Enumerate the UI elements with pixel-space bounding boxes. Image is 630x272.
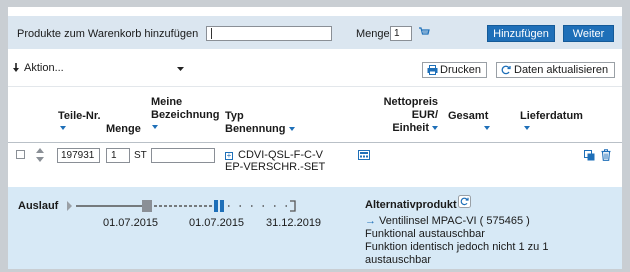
add-to-cart-bar: Produkte zum Warenkorb hinzufügen Menge …	[8, 16, 622, 49]
column-header-part-no[interactable]: Teile-Nr.	[58, 110, 101, 130]
sort-down-icon	[484, 126, 490, 130]
cart-panel: Produkte zum Warenkorb hinzufügen Menge …	[8, 7, 622, 269]
alternative-note-2: Funktion identisch jedoch nicht 1 zu 1 a…	[365, 241, 549, 266]
end-marker	[290, 200, 296, 212]
unit-label: ST	[134, 150, 147, 161]
price-calculator-icon[interactable]	[358, 150, 370, 160]
divider	[8, 86, 622, 87]
sort-down-icon	[152, 125, 158, 129]
refresh-icon[interactable]	[458, 195, 471, 208]
discontinued-label: Auslauf	[18, 200, 59, 212]
type-designation: + CDVI-QSL-F-C-V EP-VERSCHR.-SET	[225, 149, 326, 173]
lifecycle-date-3: 31.12.2019	[266, 217, 322, 229]
lifecycle-date-1: 01.07.2015	[103, 217, 159, 229]
printer-icon	[427, 65, 438, 75]
copy-icon[interactable]	[584, 150, 595, 161]
item-checkbox[interactable]	[16, 150, 25, 159]
refresh-icon	[501, 65, 511, 75]
refresh-data-button[interactable]: Daten aktualisieren	[496, 62, 615, 78]
play-marker-icon	[67, 201, 72, 211]
column-header-type[interactable]: Typ Benennung	[225, 110, 295, 136]
current-marker	[214, 200, 218, 212]
lifecycle-timeline	[67, 200, 296, 212]
reorder-arrows-icon[interactable]	[36, 147, 44, 163]
quantity-input[interactable]: 1	[390, 26, 412, 41]
action-bar: Aktion... Drucken Daten aktualisieren	[8, 59, 622, 81]
column-header-delivery-date[interactable]: Lieferdatum	[520, 110, 583, 130]
lifecycle-date-2: 01.07.2015	[189, 217, 245, 229]
arrow-right-icon: →	[365, 215, 376, 227]
sort-down-icon	[524, 126, 530, 130]
alternative-product-title: Alternativprodukt	[365, 199, 457, 211]
phase-marker	[142, 200, 152, 212]
text-cursor	[211, 28, 212, 39]
alternative-product-link[interactable]: → Ventilinsel MPAC-VI ( 575465 )	[365, 215, 530, 227]
part-number-field[interactable]: 197931	[57, 148, 100, 163]
divider	[8, 142, 622, 143]
discontinuation-panel: Auslauf 01.07.2015 01.07.2015 31.12.2019…	[8, 187, 622, 269]
product-input[interactable]	[206, 26, 332, 41]
cart-icon[interactable]	[418, 26, 430, 38]
column-header-quantity: Menge	[106, 123, 141, 135]
alternative-note-1: Funktional austauschbar	[365, 228, 485, 240]
next-button[interactable]: Weiter	[563, 25, 614, 42]
item-quantity-field[interactable]: 1	[106, 148, 130, 163]
chevron-down-icon	[177, 67, 184, 71]
trash-icon[interactable]	[601, 149, 611, 161]
add-products-label: Produkte zum Warenkorb hinzufügen	[17, 28, 199, 40]
arrow-down-icon	[13, 63, 19, 72]
add-button[interactable]: Hinzufügen	[487, 25, 555, 42]
my-description-field[interactable]	[151, 148, 215, 163]
column-header-total[interactable]: Gesamt	[448, 110, 490, 130]
action-select[interactable]: Aktion...	[24, 62, 190, 77]
sort-down-icon	[432, 125, 438, 130]
quantity-label: Menge	[356, 28, 390, 40]
expand-icon[interactable]: +	[225, 152, 233, 160]
sort-down-icon	[288, 126, 295, 131]
column-header-my-description[interactable]: Meine Bezeichnung	[151, 96, 219, 129]
sort-down-icon	[60, 126, 66, 130]
column-header-net-price[interactable]: Nettopreis EUR/ Einheit	[378, 96, 438, 135]
print-button[interactable]: Drucken	[422, 62, 487, 78]
